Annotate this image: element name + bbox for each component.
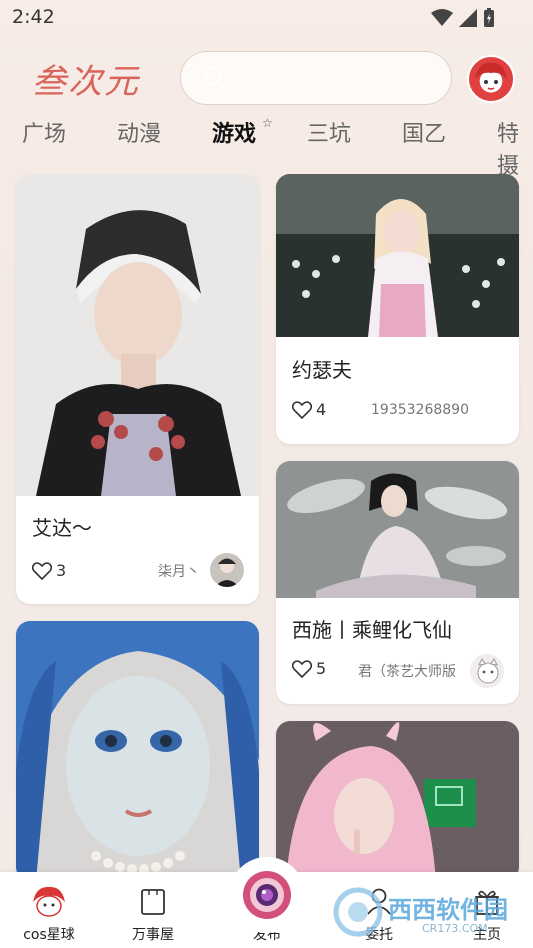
post-card[interactable] [16, 621, 259, 881]
like-button[interactable]: 4 [292, 400, 326, 419]
like-count: 5 [316, 659, 327, 678]
nav-label: 万事屋 [132, 927, 174, 943]
status-time: 2:42 [12, 6, 55, 28]
active-tab-star-icon: ☆ [262, 116, 273, 130]
post-image [276, 721, 519, 881]
like-button[interactable]: 3 [32, 561, 66, 580]
site-watermark: 西西软件园 CR173.COM [330, 884, 530, 944]
logo-text: 叁次元 [32, 62, 140, 102]
post-image [16, 174, 259, 496]
watermark-sub: CR173.COM [422, 922, 488, 935]
signal-icon [459, 9, 477, 27]
like-count: 4 [316, 400, 327, 419]
watermark-text: 西西软件园 [388, 896, 508, 924]
tab-dongman[interactable]: 动漫 [117, 116, 161, 148]
battery-icon [484, 8, 494, 27]
tab-guoyi[interactable]: 国乙 [402, 116, 446, 148]
status-bar: 2:42 [0, 0, 533, 36]
author-avatar[interactable] [470, 654, 504, 688]
post-card[interactable]: 西施丨乘鲤化飞仙 5 君（茶艺大师版 [276, 461, 519, 704]
status-icons [431, 8, 495, 28]
post-image [276, 461, 519, 598]
nav-label: cos星球 [23, 927, 75, 943]
post-title: 约瑟夫 [292, 358, 352, 382]
post-title: 艾达～ [32, 516, 92, 540]
like-button[interactable]: 5 [292, 659, 326, 678]
author-name[interactable]: 君（茶艺大师版 [358, 661, 456, 681]
app-logo: 叁次元 [26, 48, 166, 104]
publish-button[interactable] [229, 857, 305, 933]
post-image [16, 621, 259, 881]
nav-wanshiwu[interactable]: 万事屋 [108, 872, 198, 948]
heart-icon [292, 659, 312, 678]
heart-icon [292, 400, 312, 419]
bag-icon [141, 889, 165, 915]
author-name[interactable]: 19353268890 [371, 402, 469, 418]
nav-cos-planet[interactable]: cos星球 [4, 872, 94, 948]
tab-youxi[interactable]: 游戏 [212, 116, 256, 148]
category-tabs: 广场 动漫 游戏 ☆ 三坑 国乙 特摄 [0, 112, 533, 179]
mascot-avatar-icon [475, 62, 507, 90]
post-card[interactable] [276, 721, 519, 881]
planet-mascot-icon [33, 886, 65, 917]
camera-lens-icon [243, 871, 291, 919]
heart-icon [32, 561, 52, 580]
search-input[interactable] [237, 69, 451, 87]
wifi-icon [431, 9, 453, 26]
post-card[interactable]: 艾达～ 3 柒月丶 [16, 174, 259, 604]
profile-avatar[interactable] [467, 55, 515, 103]
author-name[interactable]: 柒月丶 [158, 561, 200, 581]
author-avatar[interactable] [210, 553, 244, 587]
post-card[interactable]: 约瑟夫 4 19353268890 [276, 174, 519, 444]
tab-sankeng[interactable]: 三坑 [307, 116, 351, 148]
post-image [276, 174, 519, 337]
search-icon [204, 67, 227, 90]
search-bar[interactable] [180, 51, 452, 105]
tab-guangchang[interactable]: 广场 [22, 116, 66, 148]
post-title: 西施丨乘鲤化飞仙 [292, 618, 452, 642]
like-count: 3 [56, 561, 67, 580]
tab-teshe[interactable]: 特摄 [497, 116, 533, 180]
